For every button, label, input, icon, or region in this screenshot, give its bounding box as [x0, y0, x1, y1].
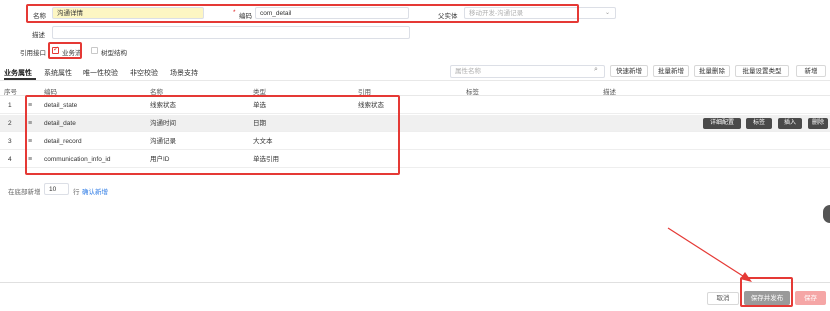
- quick-add-button[interactable]: 快速新增: [610, 65, 648, 77]
- search-icon[interactable]: ⌕: [594, 66, 598, 74]
- footer-divider: [0, 282, 830, 283]
- tab-uniqueness-check[interactable]: 唯一性校验: [83, 68, 118, 78]
- batch-set-type-button[interactable]: 批量设置类型: [735, 65, 789, 77]
- row-index: 2: [8, 120, 12, 127]
- cancel-button[interactable]: 取消: [707, 292, 739, 305]
- description-label: 描述: [32, 32, 45, 39]
- description-input[interactable]: [52, 26, 410, 39]
- annotation-box-save-publish: [740, 277, 793, 307]
- attribute-search-input[interactable]: 属性名称: [450, 65, 605, 78]
- row-index: 1: [8, 102, 12, 109]
- delete-button[interactable]: 删除: [808, 118, 828, 129]
- tag-button[interactable]: 标签: [746, 118, 772, 129]
- annotation-box-attributes: [25, 95, 400, 175]
- row-index: 3: [8, 138, 12, 145]
- row-index: 4: [8, 156, 12, 163]
- add-rows-prefix: 在底部新增: [8, 189, 41, 196]
- chevron-down-icon[interactable]: ⌄: [605, 9, 610, 16]
- insert-button[interactable]: 插入: [778, 118, 802, 129]
- reference-interface-label: 引用接口: [20, 50, 46, 57]
- confirm-add-link[interactable]: 确认新增: [82, 186, 108, 196]
- detail-config-button[interactable]: 详细配置: [703, 118, 741, 129]
- tree-structure-label: 树型结构: [101, 50, 127, 57]
- tab-not-null-check[interactable]: 非空校验: [130, 68, 158, 78]
- tab-business-attributes[interactable]: 业务属性: [4, 68, 32, 78]
- annotation-box-business-flow: [48, 42, 82, 59]
- batch-add-button[interactable]: 批量新增: [653, 65, 689, 77]
- save-button[interactable]: 保存: [795, 291, 826, 305]
- add-rows-count-input[interactable]: 10: [44, 183, 69, 195]
- tab-scenario-support[interactable]: 场景支持: [170, 68, 198, 78]
- tabs-divider: [0, 80, 830, 81]
- add-rows-suffix: 行: [73, 189, 80, 196]
- batch-delete-button[interactable]: 批量删除: [694, 65, 730, 77]
- tab-system-attributes[interactable]: 系统属性: [44, 68, 72, 78]
- tree-structure-checkbox[interactable]: [91, 47, 98, 54]
- add-button[interactable]: 新增: [796, 65, 826, 77]
- annotation-box-header-fields: [26, 4, 579, 23]
- side-float-handle[interactable]: [823, 205, 830, 223]
